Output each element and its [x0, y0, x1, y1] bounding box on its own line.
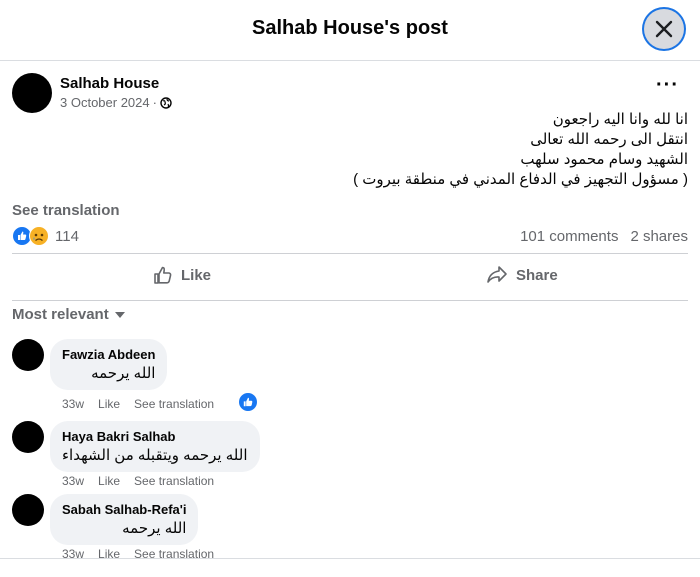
globe-icon — [160, 96, 172, 109]
like-reaction-icon — [243, 397, 253, 407]
comment-sort-dropdown[interactable]: Most relevant — [12, 306, 125, 323]
comment-composer-area — [0, 559, 700, 577]
sad-reaction-icon — [29, 226, 49, 246]
post-text: انا لله وانا اليه راجعون انتقل الى رحمه … — [300, 110, 688, 190]
comment-time[interactable]: 33w — [62, 474, 84, 488]
page-avatar[interactable] — [12, 73, 52, 113]
close-icon — [655, 20, 673, 38]
more-icon: ··· — [656, 74, 679, 96]
share-label: Share — [516, 266, 558, 284]
thumbs-up-icon — [154, 266, 172, 284]
comment-like-button[interactable]: Like — [98, 474, 120, 488]
comment-see-translation[interactable]: See translation — [134, 474, 214, 488]
footer-divider — [0, 558, 700, 559]
divider — [12, 253, 688, 254]
like-label: Like — [181, 266, 212, 284]
post-line: الشهيد وسام محمود سلهب — [520, 151, 688, 168]
comment-actions: 33w Like See translation — [62, 397, 214, 411]
comment-like-badge[interactable] — [238, 392, 258, 412]
comments-count-link[interactable]: 101 comments — [520, 228, 618, 245]
post-meta: 3 October 2024 · — [60, 95, 172, 110]
comment-text: الله يرحمه ويتقبله من الشهداء — [62, 447, 248, 464]
share-button[interactable]: Share — [486, 262, 558, 288]
commenter-avatar[interactable] — [12, 339, 44, 371]
comment-bubble: Haya Bakri Salhab الله يرحمه ويتقبله من … — [50, 421, 260, 472]
post-date[interactable]: 3 October 2024 — [60, 95, 150, 110]
post-dialog-header: Salhab House's post — [0, 0, 700, 61]
post-stats: 101 comments 2 shares — [520, 228, 688, 245]
comment-time[interactable]: 33w — [62, 397, 84, 411]
commenter-avatar[interactable] — [12, 494, 44, 526]
comment-text: الله يرحمه — [91, 365, 156, 382]
comment-text: الله يرحمه — [122, 520, 187, 537]
see-translation-link[interactable]: See translation — [12, 202, 120, 219]
meta-separator: · — [152, 95, 157, 110]
post-line: انتقل الى رحمه الله تعالى — [530, 131, 688, 148]
like-button[interactable]: Like — [153, 262, 211, 288]
comment-bubble: Sabah Salhab-Refa'i الله يرحمه — [50, 494, 199, 545]
caret-down-icon — [114, 311, 125, 318]
commenter-avatar[interactable] — [12, 421, 44, 453]
reaction-count: 114 — [55, 227, 79, 245]
divider — [12, 300, 688, 301]
dialog-title: Salhab House's post — [252, 17, 448, 39]
comment-author[interactable]: Haya Bakri Salhab — [62, 429, 248, 444]
page-name-link[interactable]: Salhab House — [60, 75, 159, 92]
close-button[interactable] — [644, 9, 684, 49]
reactions-summary[interactable]: 114 — [12, 226, 79, 246]
comment-like-button[interactable]: Like — [98, 397, 120, 411]
comment-author[interactable]: Fawzia Abdeen — [62, 347, 155, 362]
post-line: ( مسؤول التجهيز في الدفاع المدني في منطق… — [353, 171, 688, 188]
more-options-button[interactable]: ··· — [656, 75, 679, 95]
share-icon — [487, 266, 507, 283]
sort-label: Most relevant — [12, 306, 109, 323]
comment-actions: 33w Like See translation — [62, 474, 214, 488]
post-line: انا لله وانا اليه راجعون — [552, 111, 688, 128]
shares-count-link[interactable]: 2 shares — [630, 228, 688, 245]
comment-see-translation[interactable]: See translation — [134, 397, 214, 411]
comment-bubble: Fawzia Abdeen الله يرحمه — [50, 339, 168, 390]
comment-author[interactable]: Sabah Salhab-Refa'i — [62, 502, 186, 517]
